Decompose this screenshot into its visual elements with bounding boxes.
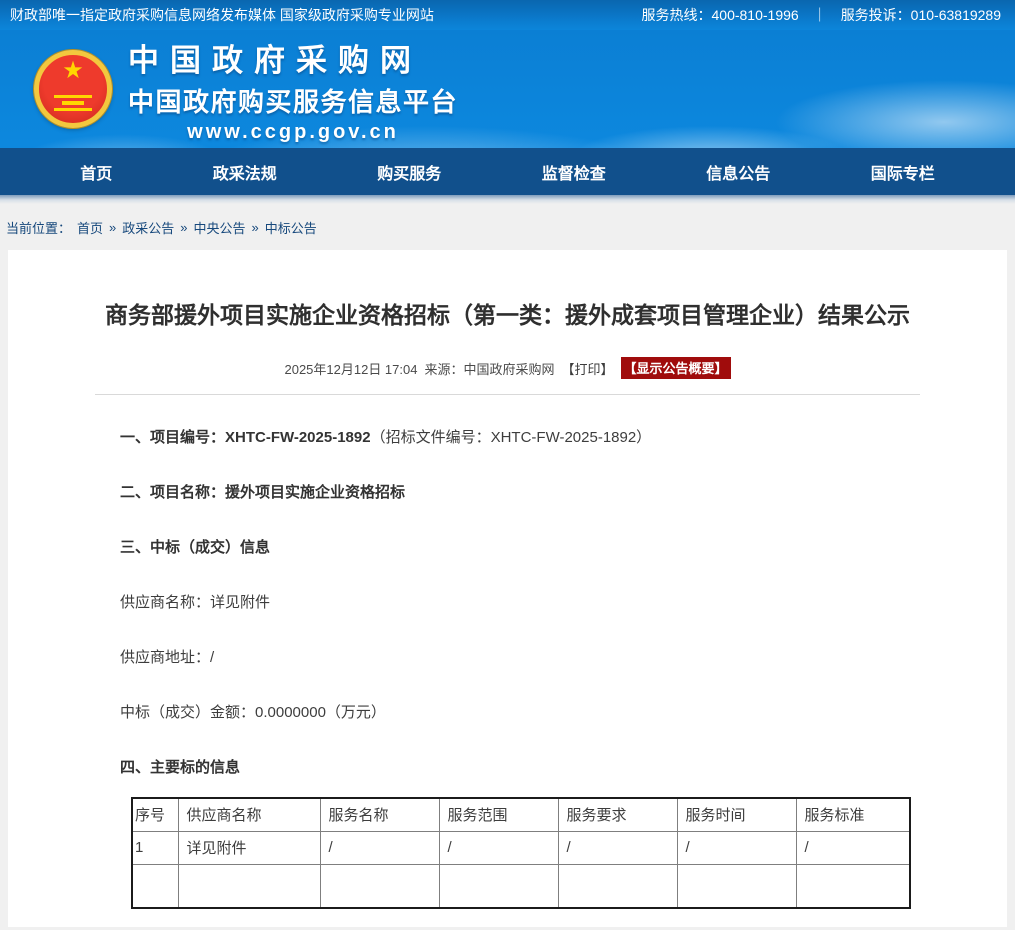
breadcrumb: 当前位置： 首页 » 政采公告 » 中央公告 » 中标公告 — [0, 204, 1015, 250]
topbar-separator: ｜ — [813, 5, 827, 25]
site-slogan: 财政部唯一指定政府采购信息网络发布媒体 国家级政府采购专业网站 — [10, 5, 434, 25]
breadcrumb-separator: » — [109, 220, 116, 235]
meta-divider — [95, 394, 920, 395]
article-source: 来源：中国政府采购网 — [424, 359, 554, 378]
table-header-cell-service-scope: 服务范围 — [439, 798, 558, 831]
table-cell — [439, 864, 558, 908]
article-paragraph-project-name: 二、项目名称：援外项目实施企业资格招标 — [120, 484, 1007, 501]
table-cell — [178, 864, 320, 908]
table-row-empty — [132, 864, 910, 908]
site-wordmark: 中国政府采购网 中国政府购买服务信息平台 www.ccgp.gov.cn — [128, 35, 458, 144]
nav-item-international[interactable]: 国际专栏 — [871, 160, 935, 184]
table-header-cell-service-standard: 服务标准 — [796, 798, 910, 831]
table-cell — [558, 864, 677, 908]
article-paragraph-award-info-heading: 三、中标（成交）信息 — [120, 539, 1007, 556]
table-header-cell-service-requirements: 服务要求 — [558, 798, 677, 831]
service-hotline: 服务热线：400-810-1996 — [642, 5, 799, 25]
table-cell — [796, 864, 910, 908]
service-complaint: 服务投诉：010-63819289 — [841, 5, 1001, 25]
table-cell: 1 — [132, 831, 178, 864]
nav-item-announcements[interactable]: 信息公告 — [706, 160, 770, 184]
nav-item-supervision[interactable]: 监督检查 — [542, 160, 606, 184]
nav-fade-divider — [0, 195, 1015, 204]
site-subtitle: 中国政府购买服务信息平台 — [128, 82, 458, 119]
bid-info-table: 序号 供应商名称 服务名称 服务范围 服务要求 服务时间 服务标准 1 详见附件… — [131, 797, 911, 909]
breadcrumb-separator: » — [252, 220, 259, 235]
table-header-cell-service-name: 服务名称 — [320, 798, 439, 831]
table-cell — [677, 864, 796, 908]
article-paragraph-main-subject-heading: 四、主要标的信息 — [120, 759, 1007, 776]
topbar: 财政部唯一指定政府采购信息网络发布媒体 国家级政府采购专业网站 服务热线：400… — [0, 0, 1015, 30]
breadcrumb-link-central-announcements[interactable]: 中央公告 — [194, 218, 246, 237]
emblem-star-icon: ★ — [62, 59, 84, 83]
table-cell: / — [320, 831, 439, 864]
article-paragraph-award-amount: 中标（成交）金额：0.0000000（万元） — [120, 704, 1007, 721]
table-cell: 详见附件 — [178, 831, 320, 864]
main-nav: 首页 政采法规 购买服务 监督检查 信息公告 国际专栏 — [0, 148, 1015, 195]
table-header-row: 序号 供应商名称 服务名称 服务范围 服务要求 服务时间 服务标准 — [132, 798, 910, 831]
emblem-gate-icon — [54, 95, 92, 111]
table-header-cell-service-time: 服务时间 — [677, 798, 796, 831]
nav-item-regulations[interactable]: 政采法规 — [213, 160, 277, 184]
table-header-cell-supplier: 供应商名称 — [178, 798, 320, 831]
print-button[interactable]: 【打印】 — [561, 359, 613, 378]
article-paragraph-supplier-address: 供应商地址：/ — [120, 649, 1007, 666]
nav-item-purchase-services[interactable]: 购买服务 — [377, 160, 441, 184]
site-header: ★ 中国政府采购网 中国政府购买服务信息平台 www.ccgp.gov.cn — [0, 30, 1015, 148]
publish-date: 2025年12月12日 17:04 — [284, 359, 417, 378]
national-emblem-icon: ★ — [34, 50, 112, 128]
content-panel: 商务部援外项目实施企业资格招标（第一类：援外成套项目管理企业）结果公示 2025… — [8, 250, 1007, 927]
breadcrumb-link-procurement-announcements[interactable]: 政采公告 — [122, 218, 174, 237]
table-cell: / — [796, 831, 910, 864]
table-cell — [132, 864, 178, 908]
article-paragraph-project-number: 一、项目编号：XHTC-FW-2025-1892（招标文件编号：XHTC-FW-… — [120, 429, 1007, 446]
table-cell: / — [439, 831, 558, 864]
page-title: 商务部援外项目实施企业资格招标（第一类：援外成套项目管理企业）结果公示 — [8, 250, 1007, 330]
site-url: www.ccgp.gov.cn — [128, 121, 458, 144]
show-summary-button[interactable]: 【显示公告概要】 — [621, 357, 731, 379]
table-cell — [320, 864, 439, 908]
site-title: 中国政府采购网 — [128, 35, 458, 80]
breadcrumb-label: 当前位置： — [6, 218, 71, 237]
article-meta: 2025年12月12日 17:04 来源：中国政府采购网 【打印】 【显示公告概… — [8, 357, 1007, 379]
table-row: 1 详见附件 / / / / / — [132, 831, 910, 864]
article-paragraph-supplier-name: 供应商名称：详见附件 — [120, 594, 1007, 611]
article-body: 一、项目编号：XHTC-FW-2025-1892（招标文件编号：XHTC-FW-… — [8, 429, 1007, 909]
breadcrumb-link-home[interactable]: 首页 — [77, 218, 103, 237]
table-header-cell-seq: 序号 — [132, 798, 178, 831]
breadcrumb-link-award-announcements[interactable]: 中标公告 — [265, 218, 317, 237]
topbar-contacts: 服务热线：400-810-1996 ｜ 服务投诉：010-63819289 — [642, 5, 1002, 25]
table-cell: / — [558, 831, 677, 864]
breadcrumb-separator: » — [180, 220, 187, 235]
nav-item-home[interactable]: 首页 — [80, 160, 112, 184]
table-cell: / — [677, 831, 796, 864]
